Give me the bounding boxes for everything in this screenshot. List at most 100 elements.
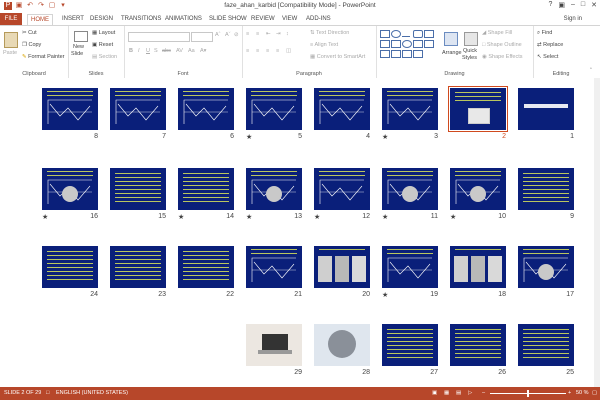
help-icon[interactable]: ? <box>548 1 552 9</box>
tab-slide-show[interactable]: SLIDE SHOW <box>209 14 247 25</box>
block-arrow-shape-icon[interactable] <box>391 50 401 58</box>
slide-thumbnail-23[interactable]: 23 <box>110 246 166 302</box>
italic-button[interactable]: I <box>138 48 140 54</box>
convert-smartart-button[interactable]: ▦ Convert to SmartArt <box>310 54 365 60</box>
slide-thumbnail-8[interactable]: 8 <box>42 88 98 144</box>
slide-preview[interactable] <box>246 246 302 288</box>
slide-preview[interactable] <box>246 88 302 130</box>
slide-preview[interactable] <box>518 88 574 130</box>
normal-view-icon[interactable]: ▣ <box>432 390 437 396</box>
paste-icon[interactable] <box>4 32 18 48</box>
slide-preview[interactable] <box>450 324 506 366</box>
slide-thumbnail-6[interactable]: 6 <box>178 88 234 144</box>
find-button[interactable]: ⌕ Find <box>537 30 552 37</box>
slide-preview[interactable] <box>178 88 234 130</box>
slide-preview[interactable] <box>110 246 166 288</box>
decrease-indent-icon[interactable]: ⇤ <box>266 31 271 37</box>
equation-shape-icon[interactable] <box>402 50 412 58</box>
slide-sorter[interactable]: 1 2 3 ★ 4 5 ★ 6 7 8 9 10 ★ 11 ★ 12 ★ 13 ★ 14 ★ 15 16 ★ 17 18 19 ★ 20… <box>0 78 600 387</box>
shape-fill-button[interactable]: ◢ Shape Fill <box>482 30 512 36</box>
animation-indicator-icon[interactable]: ★ <box>246 133 252 141</box>
slide-thumbnail-7[interactable]: 7 <box>110 88 166 144</box>
spellcheck-icon[interactable]: □ <box>46 390 49 396</box>
slide-sorter-icon[interactable]: ▦ <box>444 390 449 396</box>
slide-thumbnail-14[interactable]: 14 ★ <box>178 168 234 224</box>
fit-slide-icon[interactable]: ▢ <box>592 390 597 396</box>
tab-animations[interactable]: ANIMATIONS <box>165 14 202 25</box>
triangle-shape-icon[interactable] <box>424 30 434 38</box>
shrink-font-icon[interactable]: Aˇ <box>225 32 231 38</box>
section-button[interactable]: ▤ Section <box>92 54 117 60</box>
tab-insert[interactable]: INSERT <box>62 14 84 25</box>
slide-thumbnail-10[interactable]: 10 ★ <box>450 168 506 224</box>
slide-preview[interactable] <box>246 168 302 210</box>
rounded-rect-shape-icon[interactable] <box>413 30 423 38</box>
oval-shape-icon[interactable] <box>391 30 401 38</box>
slide-preview[interactable] <box>178 246 234 288</box>
reading-view-icon[interactable]: ▤ <box>456 390 461 396</box>
slide-thumbnail-20[interactable]: 20 <box>314 246 370 302</box>
slide-thumbnail-29[interactable]: 29 <box>246 324 302 380</box>
line-shape-icon[interactable] <box>402 30 410 37</box>
shape-outline-button[interactable]: □ Shape Outline <box>482 42 522 48</box>
slide-thumbnail-4[interactable]: 4 <box>314 88 370 144</box>
slide-thumbnail-12[interactable]: 12 ★ <box>314 168 370 224</box>
center-icon[interactable]: ≡ <box>256 48 259 54</box>
slide-thumbnail-25[interactable]: 25 <box>518 324 574 380</box>
minimize-button[interactable]: – <box>571 1 575 9</box>
animation-indicator-icon[interactable]: ★ <box>314 213 320 221</box>
slide-thumbnail-19[interactable]: 19 ★ <box>382 246 438 302</box>
zoom-level[interactable]: 50 % <box>576 390 589 396</box>
align-right-icon[interactable]: ≡ <box>266 48 269 54</box>
layout-button[interactable]: ▦ Layout <box>92 30 115 36</box>
animation-indicator-icon[interactable]: ★ <box>382 291 388 299</box>
reset-button[interactable]: ▣ Reset <box>92 42 113 48</box>
circle-shape-icon[interactable] <box>402 40 412 48</box>
zoom-slider-handle[interactable] <box>527 390 529 397</box>
columns-icon[interactable]: ◫ <box>286 48 291 54</box>
underline-button[interactable]: U <box>146 48 150 54</box>
quick-styles-icon[interactable] <box>464 32 478 46</box>
slide-thumbnail-3[interactable]: 3 ★ <box>382 88 438 144</box>
animation-indicator-icon[interactable]: ★ <box>382 133 388 141</box>
sign-in-link[interactable]: Sign in <box>564 16 582 22</box>
line-spacing-icon[interactable]: ↕ <box>286 31 289 37</box>
bold-button[interactable]: B <box>129 48 133 54</box>
copy-button[interactable]: ❐ Copy <box>22 42 41 48</box>
numbering-icon[interactable]: ≡ <box>256 31 259 37</box>
slide-preview[interactable] <box>314 324 370 366</box>
grow-font-icon[interactable]: Aˆ <box>215 32 221 38</box>
arrow-shape-icon[interactable] <box>380 40 390 48</box>
slide-preview[interactable] <box>246 324 302 366</box>
align-text-button[interactable]: ≡ Align Text <box>310 42 338 48</box>
cut-button[interactable]: ✂ Cut <box>22 30 37 36</box>
slide-preview[interactable] <box>518 324 574 366</box>
align-left-icon[interactable]: ≡ <box>246 48 249 54</box>
text-direction-button[interactable]: ⇅ Text Direction <box>310 30 349 36</box>
bullets-icon[interactable]: ≡ <box>246 31 249 37</box>
slide-thumbnail-16[interactable]: 16 ★ <box>42 168 98 224</box>
slide-thumbnail-15[interactable]: 15 <box>110 168 166 224</box>
animation-indicator-icon[interactable]: ★ <box>382 213 388 221</box>
flowchart-shape-icon[interactable] <box>380 50 390 58</box>
animation-indicator-icon[interactable]: ★ <box>178 213 184 221</box>
paste-button[interactable]: Paste <box>3 50 17 56</box>
slide-thumbnail-9[interactable]: 9 <box>518 168 574 224</box>
slide-thumbnail-27[interactable]: 27 <box>382 324 438 380</box>
char-spacing-button[interactable]: AV <box>176 48 183 54</box>
slide-thumbnail-17[interactable]: 17 <box>518 246 574 302</box>
slide-show-icon[interactable]: ▷ <box>468 390 472 396</box>
slide-preview[interactable] <box>518 168 574 210</box>
slide-preview[interactable] <box>42 168 98 210</box>
close-button[interactable]: ✕ <box>591 1 597 9</box>
slide-preview[interactable] <box>110 88 166 130</box>
slide-preview[interactable] <box>450 246 506 288</box>
quick-styles-button[interactable]: Quick <box>463 48 477 54</box>
slide-preview[interactable] <box>382 168 438 210</box>
strikethrough-button[interactable]: abc <box>162 48 171 54</box>
justify-icon[interactable]: ≡ <box>276 48 279 54</box>
slide-preview[interactable] <box>382 324 438 366</box>
ribbon-display-icon[interactable]: ▣ <box>558 1 565 9</box>
slide-thumbnail-28[interactable]: 28 <box>314 324 370 380</box>
slide-preview[interactable] <box>314 168 370 210</box>
